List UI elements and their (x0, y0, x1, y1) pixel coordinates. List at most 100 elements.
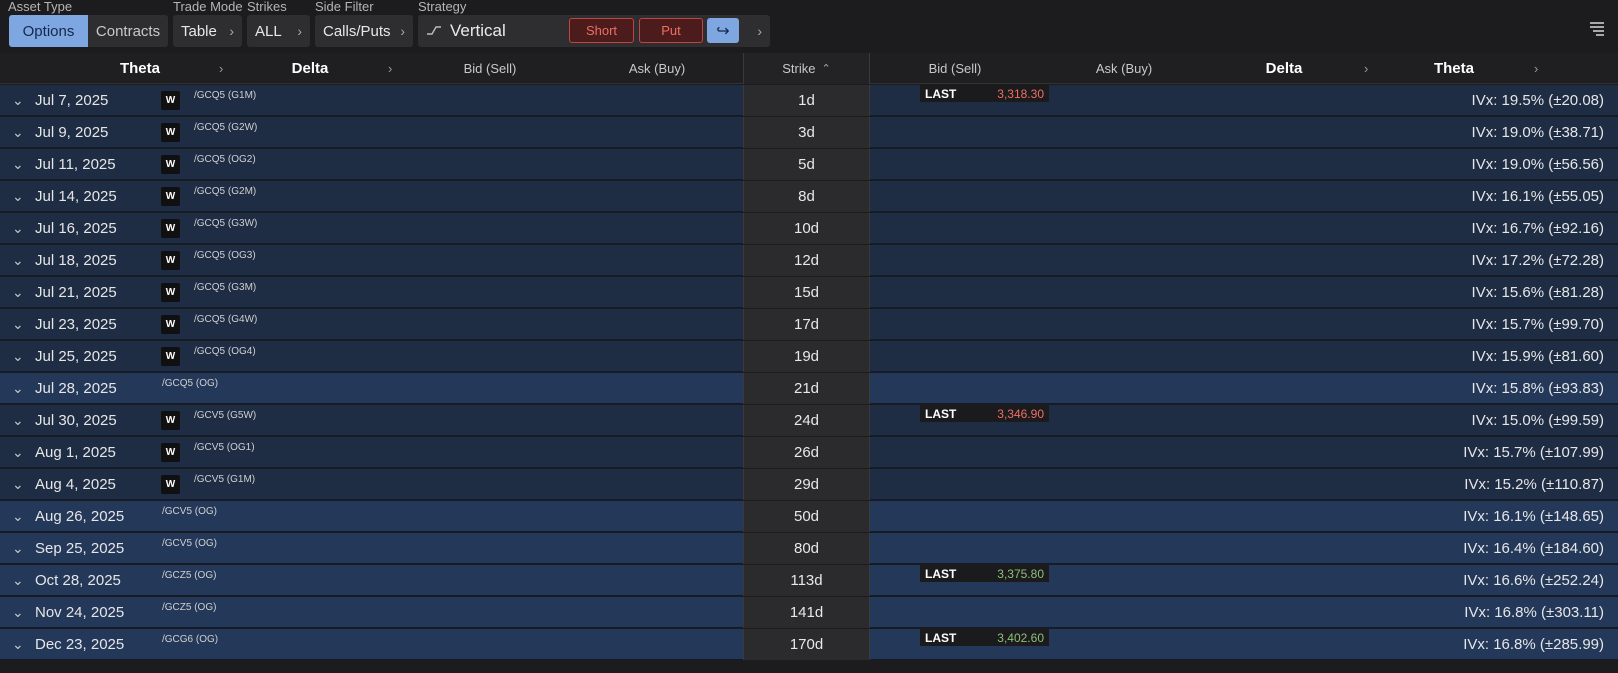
side-filter-select[interactable]: Calls/Puts › (315, 15, 413, 47)
chevron-right-icon[interactable]: › (1534, 61, 1538, 76)
expiration-left-cell[interactable]: ⌄ Jul 23, 2025 W/GCQ5 (G4W) (2, 309, 743, 340)
expiration-left-cell[interactable]: ⌄ Jul 28, 2025/GCQ5 (OG) (2, 373, 743, 404)
expiration-left-cell[interactable]: ⌄ Jul 30, 2025 W/GCV5 (G5W) (2, 405, 743, 436)
days-to-expiration: 5d (743, 149, 870, 180)
chevron-right-icon[interactable]: › (219, 61, 223, 76)
expiration-left-cell[interactable]: ⌄ Aug 4, 2025 W/GCV5 (G1M) (2, 469, 743, 500)
chevron-down-icon[interactable]: ⌄ (12, 412, 24, 429)
expiration-row[interactable]: ⌄ Oct 28, 2025/GCZ5 (OG) 113d LAST 3,375.80 I… (0, 565, 1618, 596)
chevron-down-icon[interactable]: ⌄ (12, 348, 24, 365)
strategy-select[interactable]: Vertical Short Put ↪ › (418, 15, 770, 47)
expiration-row[interactable]: ⌄ Jul 14, 2025 W/GCQ5 (G2M) 8d IVx: 16.1% (±… (0, 181, 1618, 212)
expiration-row[interactable]: ⌄ Dec 23, 2025/GCG6 (OG) 170d LAST 3,402.60 I… (0, 629, 1618, 660)
chevron-down-icon[interactable]: ⌄ (12, 188, 24, 205)
expiration-left-cell[interactable]: ⌄ Jul 9, 2025 W/GCQ5 (G2W) (2, 117, 743, 148)
expiration-date: Jul 30, 2025 (35, 412, 117, 429)
days-to-expiration: 113d (743, 565, 870, 596)
root-symbol: /GCQ5 (G2W) (194, 122, 258, 133)
root-symbol: /GCQ5 (G1M) (194, 90, 257, 101)
days-to-expiration: 17d (743, 309, 870, 340)
expiration-left-cell[interactable]: ⌄ Jul 7, 2025 W/GCQ5 (G1M) (2, 85, 743, 116)
days-to-expiration: 12d (743, 245, 870, 276)
days-to-expiration: 26d (743, 437, 870, 468)
expiration-left-cell[interactable]: ⌄ Oct 28, 2025/GCZ5 (OG) (2, 565, 743, 596)
expiration-date: Aug 4, 2025 (35, 476, 116, 493)
chevron-down-icon[interactable]: ⌄ (12, 124, 24, 141)
chevron-down-icon[interactable]: ⌄ (12, 604, 24, 621)
trade-mode-value: Table (181, 22, 217, 40)
expiration-row[interactable]: ⌄ Jul 9, 2025 W/GCQ5 (G2W) 3d IVx: 19.0% (±3… (0, 117, 1618, 148)
weekly-badge: W (161, 91, 180, 110)
expiration-row[interactable]: ⌄ Jul 21, 2025 W/GCQ5 (G3M) 15d IVx: 15.6% (… (0, 277, 1618, 308)
expiration-row[interactable]: ⌄ Jul 28, 2025/GCQ5 (OG) 21d IVx: 15.8% (±9… (0, 373, 1618, 404)
chevron-down-icon[interactable]: ⌄ (12, 284, 24, 301)
expiration-row[interactable]: ⌄ Nov 24, 2025/GCZ5 (OG) 141d IVx: 16.8% (±… (0, 597, 1618, 628)
expiration-left-cell[interactable]: ⌄ Nov 24, 2025/GCZ5 (OG) (2, 597, 743, 628)
expiration-row[interactable]: ⌄ Aug 4, 2025 W/GCV5 (G1M) 29d IVx: 15.2% (±… (0, 469, 1618, 500)
chevron-down-icon[interactable]: ⌄ (12, 316, 24, 333)
chevron-right-icon: › (400, 23, 405, 39)
expiration-row[interactable]: ⌄ Jul 18, 2025 W/GCQ5 (OG3) 12d IVx: 17.2% (… (0, 245, 1618, 276)
expiration-row[interactable]: ⌄ Aug 26, 2025/GCV5 (OG) 50d IVx: 16.1% (±1… (0, 501, 1618, 532)
short-toggle[interactable]: Short (569, 18, 634, 43)
strike-header[interactable]: Strike ⌃ (743, 53, 870, 84)
expiration-row[interactable]: ⌄ Jul 7, 2025 W/GCQ5 (G1M) 1d LAST 3,318.30 IV… (0, 85, 1618, 116)
table-header: Theta › Delta › Bid (Sell) Ask (Buy) Str… (0, 53, 1618, 84)
ivx-value: IVx: 16.1% (±148.65) (1463, 508, 1604, 525)
expiration-date: Oct 28, 2025 (35, 572, 121, 589)
chevron-down-icon[interactable]: ⌄ (12, 572, 24, 589)
chevron-down-icon[interactable]: ⌄ (12, 540, 24, 557)
expiration-left-cell[interactable]: ⌄ Aug 1, 2025 W/GCV5 (OG1) (2, 437, 743, 468)
root-symbol: /GCG6 (OG) (162, 634, 219, 645)
chevron-down-icon[interactable]: ⌄ (12, 508, 24, 525)
chevron-down-icon[interactable]: ⌄ (12, 220, 24, 237)
expiration-row[interactable]: ⌄ Jul 11, 2025 W/GCQ5 (OG2) 5d IVx: 19.0% (±… (0, 149, 1618, 180)
ivx-value: IVx: 19.0% (±38.71) (1471, 124, 1604, 141)
expiration-left-cell[interactable]: ⌄ Dec 23, 2025/GCG6 (OG) (2, 629, 743, 660)
chevron-down-icon[interactable]: ⌄ (12, 156, 24, 173)
expiration-left-cell[interactable]: ⌄ Jul 21, 2025 W/GCQ5 (G3M) (2, 277, 743, 308)
chevron-down-icon[interactable]: ⌄ (12, 476, 24, 493)
left-theta-header[interactable]: Theta (60, 53, 220, 84)
chevron-right-icon[interactable]: › (388, 61, 392, 76)
trade-mode-select[interactable]: Table › (173, 15, 242, 47)
right-theta-header[interactable]: Theta (1374, 53, 1534, 84)
expiration-left-cell[interactable]: ⌄ Jul 25, 2025 W/GCQ5 (OG4) (2, 341, 743, 372)
chevron-right-icon[interactable]: › (1364, 61, 1368, 76)
chevron-down-icon[interactable]: ⌄ (12, 444, 24, 461)
root-symbol: /GCQ5 (OG2) (194, 154, 256, 165)
expiration-left-cell[interactable]: ⌄ Jul 11, 2025 W/GCQ5 (OG2) (2, 149, 743, 180)
put-toggle[interactable]: Put (639, 18, 703, 43)
left-delta-header[interactable]: Delta (230, 53, 390, 84)
expiration-left-cell[interactable]: ⌄ Sep 25, 2025/GCV5 (OG) (2, 533, 743, 564)
chevron-down-icon[interactable]: ⌄ (12, 636, 24, 653)
expiration-row[interactable]: ⌄ Jul 23, 2025 W/GCQ5 (G4W) 17d IVx: 15.7% (… (0, 309, 1618, 340)
expiration-row[interactable]: ⌄ Sep 25, 2025/GCV5 (OG) 80d IVx: 16.4% (±1… (0, 533, 1618, 564)
expiration-left-cell[interactable]: ⌄ Jul 14, 2025 W/GCQ5 (G2M) (2, 181, 743, 212)
root-symbol: /GCZ5 (OG) (162, 602, 217, 613)
expiration-row[interactable]: ⌄ Jul 25, 2025 W/GCQ5 (OG4) 19d IVx: 15.9% (… (0, 341, 1618, 372)
days-to-expiration: 8d (743, 181, 870, 212)
expiration-row[interactable]: ⌄ Jul 30, 2025 W/GCV5 (G5W) 24d LAST 3,346.90… (0, 405, 1618, 436)
strikes-select[interactable]: ALL › (247, 15, 310, 47)
expiration-left-cell[interactable]: ⌄ Aug 26, 2025/GCV5 (OG) (2, 501, 743, 532)
right-delta-header[interactable]: Delta (1204, 53, 1364, 84)
menu-list-icon[interactable] (1590, 22, 1604, 38)
asset-options-button[interactable]: Options (9, 15, 88, 47)
root-symbol: /GCQ5 (OG4) (194, 346, 256, 357)
last-label: LAST (925, 630, 957, 645)
weekly-badge: W (161, 315, 180, 334)
chevron-down-icon[interactable]: ⌄ (12, 92, 24, 109)
weekly-badge: W (161, 219, 180, 238)
expiration-left-cell[interactable]: ⌄ Jul 18, 2025 W/GCQ5 (OG3) (2, 245, 743, 276)
expiration-row[interactable]: ⌄ Jul 16, 2025 W/GCQ5 (G3W) 10d IVx: 16.7% (… (0, 213, 1618, 244)
weekly-badge: W (161, 411, 180, 430)
days-to-expiration: 1d (743, 85, 870, 116)
swap-icon[interactable]: ↪ (707, 18, 739, 43)
chevron-down-icon[interactable]: ⌄ (12, 380, 24, 397)
asset-contracts-button[interactable]: Contracts (88, 15, 168, 47)
expiration-date: Jul 9, 2025 (35, 124, 109, 141)
chevron-down-icon[interactable]: ⌄ (12, 252, 24, 269)
expiration-left-cell[interactable]: ⌄ Jul 16, 2025 W/GCQ5 (G3W) (2, 213, 743, 244)
expiration-row[interactable]: ⌄ Aug 1, 2025 W/GCV5 (OG1) 26d IVx: 15.7% (±… (0, 437, 1618, 468)
